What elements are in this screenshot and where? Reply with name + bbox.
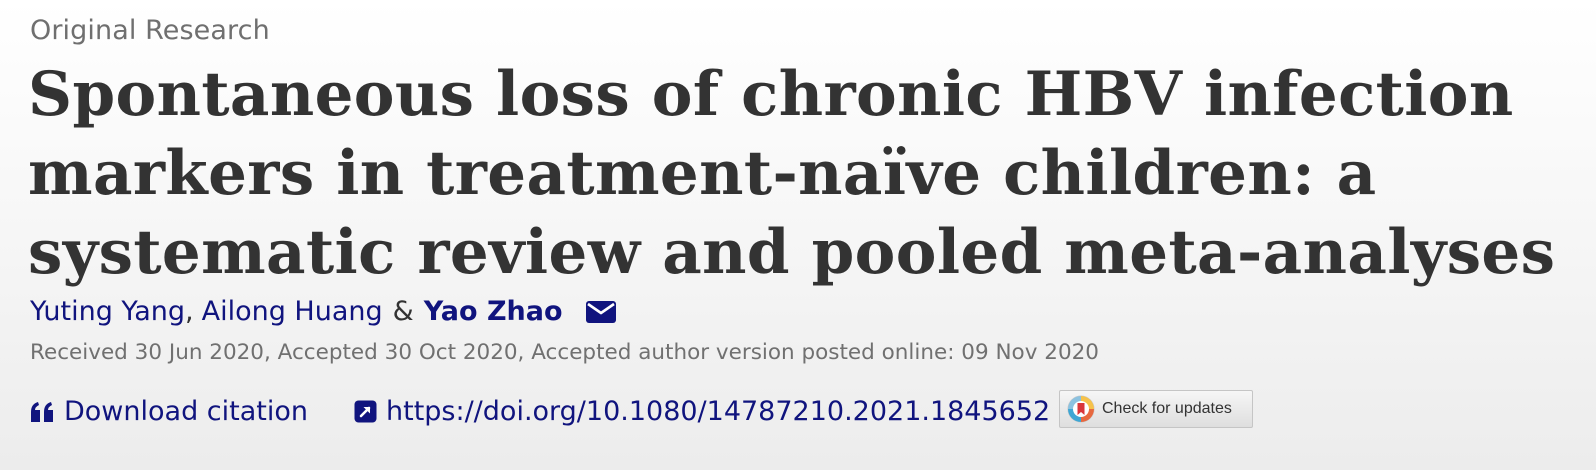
article-links: Download citation https://doi.org/10.108… xyxy=(30,396,1050,427)
article-title: Spontaneous loss of chronic HBV infectio… xyxy=(28,55,1578,292)
author-link[interactable]: Ailong Huang xyxy=(202,296,383,327)
download-citation-link[interactable]: Download citation xyxy=(30,396,308,427)
check-for-updates-label: Check for updates xyxy=(1102,400,1232,417)
title-line: markers in treatment-naïve children: a xyxy=(28,138,1377,209)
external-link-icon xyxy=(354,400,377,423)
quote-icon xyxy=(30,401,55,423)
crossmark-icon xyxy=(1067,395,1095,423)
title-line: Spontaneous loss of chronic HBV infectio… xyxy=(28,59,1514,130)
article-header: Original Research Spontaneous loss of ch… xyxy=(0,0,1596,470)
envelope-icon[interactable] xyxy=(585,300,617,324)
publication-dates: Received 30 Jun 2020, Accepted 30 Oct 20… xyxy=(30,340,1099,365)
article-type: Original Research xyxy=(30,15,270,46)
title-line: systematic review and pooled meta-analys… xyxy=(28,217,1556,288)
check-for-updates-button[interactable]: Check for updates xyxy=(1059,390,1253,428)
doi-link[interactable]: https://doi.org/10.1080/14787210.2021.18… xyxy=(354,396,1050,427)
doi-label: https://doi.org/10.1080/14787210.2021.18… xyxy=(386,396,1051,427)
download-citation-label: Download citation xyxy=(64,396,308,427)
corresponding-author-link[interactable]: Yao Zhao xyxy=(424,296,563,327)
author-list: Yuting Yang , Ailong Huang & Yao Zhao xyxy=(30,296,617,327)
author-separator: , xyxy=(185,296,194,327)
author-ampersand: & xyxy=(392,296,414,327)
author-link[interactable]: Yuting Yang xyxy=(30,296,185,327)
